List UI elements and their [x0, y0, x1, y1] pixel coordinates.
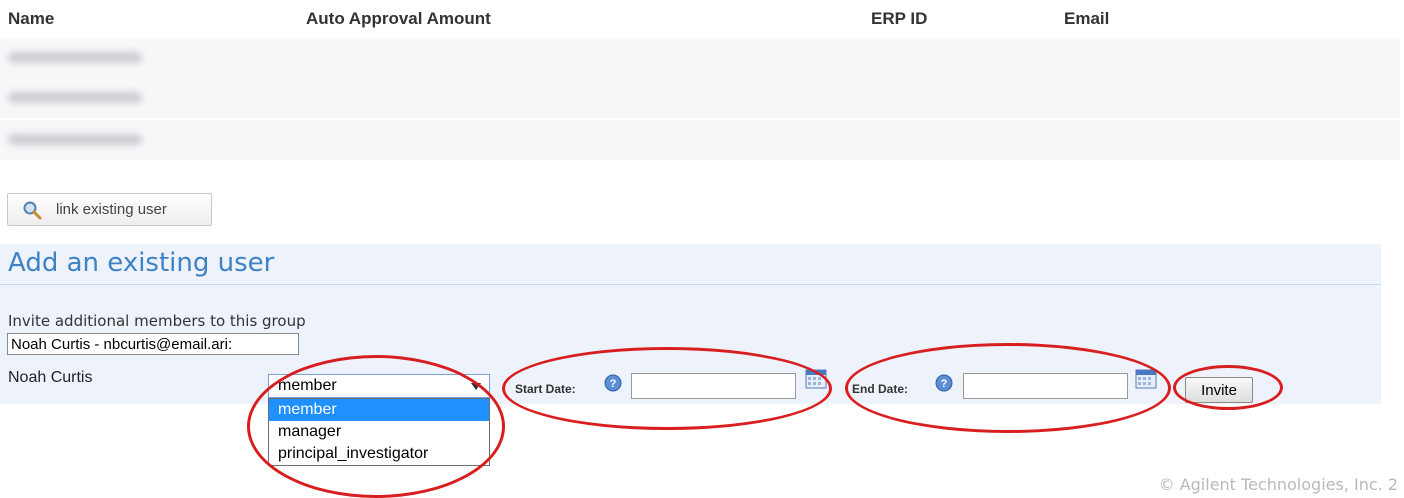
divider [0, 284, 1381, 285]
user-search-input[interactable] [7, 333, 299, 355]
role-option-principal-investigator[interactable]: principal_investigator [269, 443, 489, 465]
end-date-input[interactable] [963, 373, 1128, 399]
invite-button[interactable]: Invite [1185, 377, 1253, 403]
column-header-email: Email [1064, 9, 1110, 28]
start-date-label: Start Date: [515, 382, 576, 396]
role-option-member[interactable]: member [269, 399, 489, 421]
link-existing-user-button[interactable]: link existing user [7, 193, 212, 226]
svg-text:?: ? [610, 378, 617, 390]
column-header-erp-id: ERP ID [871, 9, 928, 28]
table-header: Name Auto Approval Amount ERP ID Email [0, 0, 1404, 38]
add-existing-user-panel: Add an existing user Invite additional m… [0, 244, 1381, 466]
link-existing-user-label: link existing user [56, 201, 167, 218]
column-header-auto-approval-amount: Auto Approval Amount [306, 9, 491, 28]
table-row[interactable] [0, 120, 1400, 160]
search-icon [23, 201, 42, 219]
blurred-name [8, 92, 142, 103]
blurred-name [8, 52, 142, 63]
chevron-down-icon[interactable] [471, 383, 481, 390]
role-option-manager[interactable]: manager [269, 421, 489, 443]
role-select-value: member [278, 377, 337, 394]
table-row[interactable] [0, 38, 1400, 78]
help-icon[interactable]: ? [604, 374, 622, 392]
blurred-name [8, 134, 142, 145]
table-row[interactable] [0, 78, 1400, 118]
column-header-name: Name [8, 9, 55, 28]
invite-label: Invite additional members to this group [8, 312, 306, 330]
panel-title: Add an existing user [8, 248, 275, 278]
role-select[interactable]: member [268, 374, 490, 398]
calendar-icon[interactable] [805, 368, 827, 390]
role-dropdown: member manager principal_investigator [268, 398, 490, 466]
copyright-footer: © Agilent Technologies, Inc. 2 [1158, 475, 1398, 494]
start-date-input[interactable] [631, 373, 796, 399]
svg-text:?: ? [941, 378, 948, 390]
calendar-icon[interactable] [1135, 368, 1157, 390]
end-date-label: End Date: [852, 382, 909, 396]
selected-user-name: Noah Curtis [8, 369, 93, 386]
help-icon[interactable]: ? [935, 374, 953, 392]
